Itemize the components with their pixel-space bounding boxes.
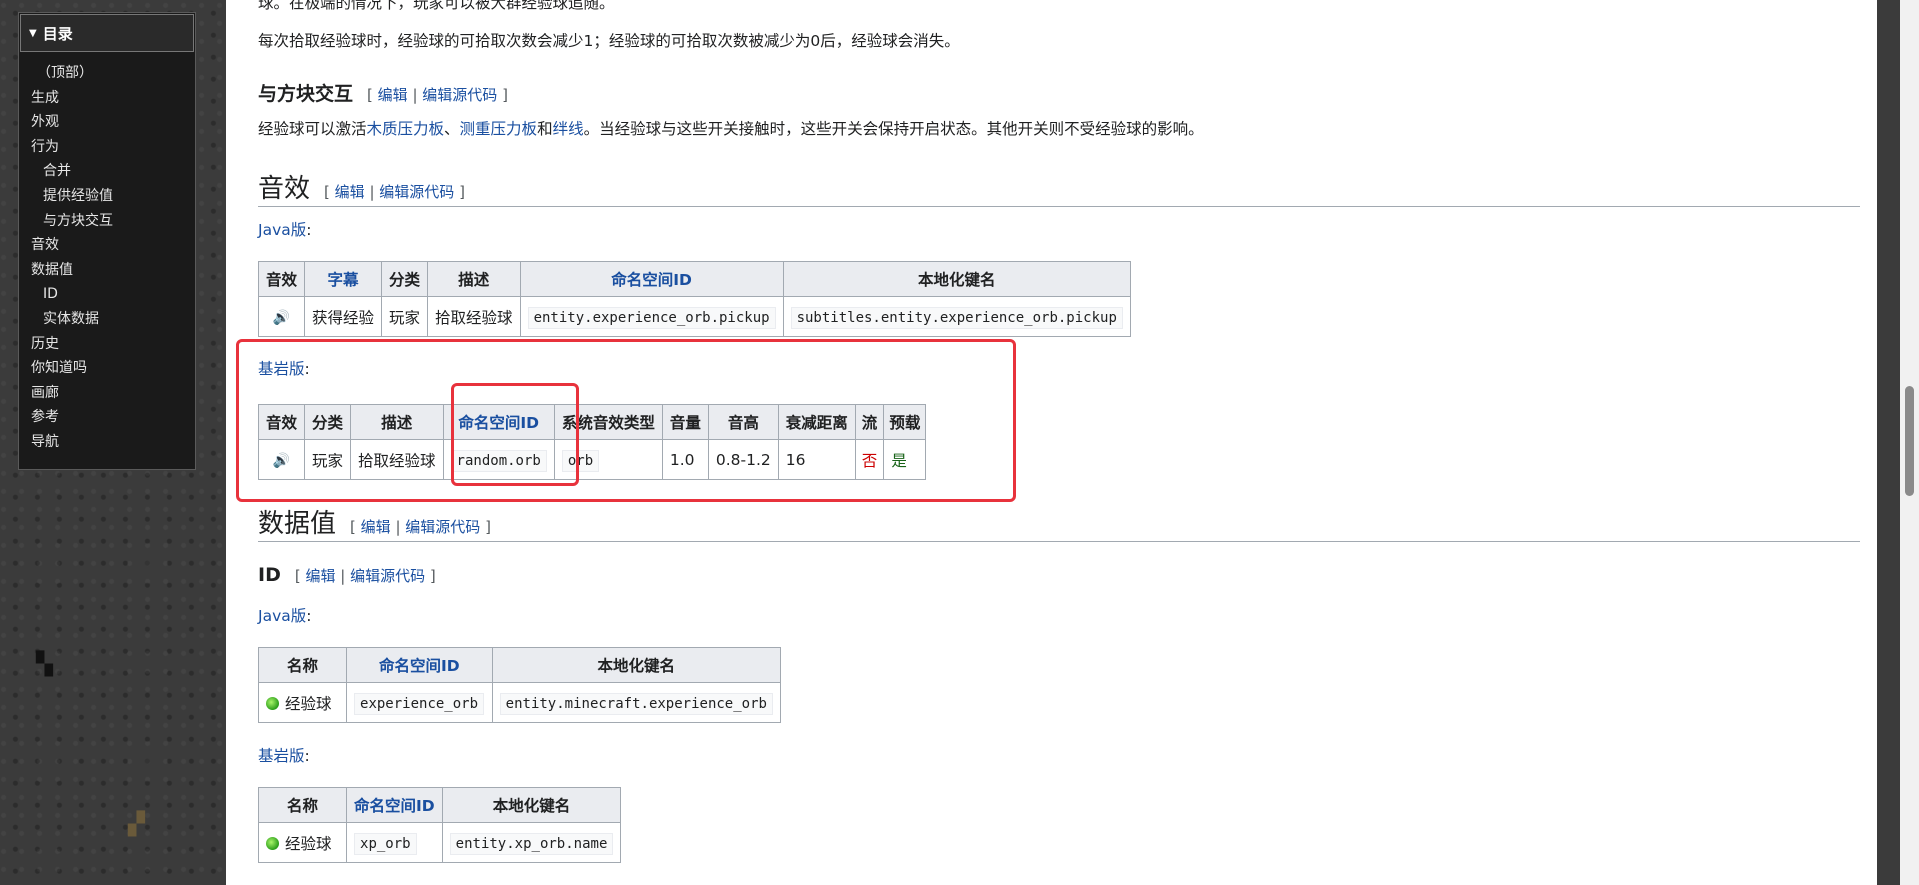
toc-item[interactable]: （顶部）: [19, 61, 195, 86]
bedrock-id-table: 名称 命名空间ID 本地化键名 经验球 xp_orb entity.xp_orb…: [257, 787, 622, 863]
heading-rule: [258, 206, 1860, 207]
edit-link[interactable]: 编辑: [361, 518, 391, 536]
toc-item[interactable]: 合并: [19, 159, 195, 184]
edit-link[interactable]: 编辑: [378, 86, 408, 104]
java-edition-link[interactable]: Java版: [258, 607, 306, 625]
toc-item[interactable]: 数据值: [19, 258, 195, 283]
toc-item[interactable]: 与方块交互: [19, 209, 195, 234]
toc-item[interactable]: 提供经验值: [19, 184, 195, 209]
table-header: 音效: [257, 261, 306, 297]
table-header: 名称: [257, 647, 348, 683]
toc-item[interactable]: 音效: [19, 233, 195, 258]
toc-item[interactable]: 参考: [19, 405, 195, 430]
toc-item[interactable]: 实体数据: [19, 307, 195, 332]
experience-orb-icon: [266, 696, 279, 710]
weighted-pressure-plate-link[interactable]: 测重压力板: [460, 120, 538, 138]
toc-item[interactable]: ID: [19, 282, 195, 307]
toc-item[interactable]: 画廊: [19, 381, 195, 406]
edit-source-link[interactable]: 编辑源代码: [379, 183, 454, 201]
toc-item[interactable]: 生成: [19, 86, 195, 111]
paragraph: 每次拾取经验球时，经验球的可拾取次数会减少1；经验球的可拾取次数被减少为0后，经…: [258, 32, 960, 50]
highlight-box-namespace: [451, 383, 579, 486]
edition-label: 基岩版:: [258, 747, 310, 765]
toc-item[interactable]: 你知道吗: [19, 356, 195, 381]
section-heading: ID[ 编辑 | 编辑源代码 ]: [258, 564, 436, 586]
pixel-decoration: ▞: [128, 812, 145, 837]
heading-rule: [258, 541, 1860, 542]
edition-label: Java版:: [258, 607, 312, 625]
toc-list: （顶部） 生成 外观 行为 合并 提供经验值 与方块交互 音效 数据值 ID 实体数据 历史 你知道吗画…: [19, 53, 195, 455]
toc-item[interactable]: 行为: [19, 135, 195, 160]
table-header: 本地化键名: [441, 787, 622, 823]
edit-source-link[interactable]: 编辑源代码: [422, 86, 497, 104]
table-row: 经验球 xp_orb entity.xp_orb.name: [257, 822, 622, 863]
highlight-box: [236, 339, 1016, 502]
edit-section-links: [ 编辑 | 编辑源代码 ]: [324, 183, 465, 201]
java-edition-link[interactable]: Java版: [258, 221, 306, 239]
edit-source-link[interactable]: 编辑源代码: [405, 518, 480, 536]
experience-orb-icon: [266, 836, 279, 850]
toc-item[interactable]: 历史: [19, 332, 195, 357]
wooden-pressure-plate-link[interactable]: 木质压力板: [367, 120, 445, 138]
java-id-table: 名称 命名空间ID 本地化键名 经验球 experience_orb entit…: [257, 647, 781, 723]
edit-section-links: [ 编辑 | 编辑源代码 ]: [367, 86, 508, 104]
paragraph: 球。在极端的情况下，玩家可以被大群经验球追随。: [258, 0, 615, 12]
table-header[interactable]: 命名空间ID: [346, 647, 493, 683]
toc-item[interactable]: 导航: [19, 430, 195, 455]
table-header: 名称: [257, 787, 348, 823]
table-header: 本地化键名: [782, 261, 1131, 297]
table-header: 描述: [427, 261, 521, 297]
edit-link[interactable]: 编辑: [305, 567, 335, 585]
edit-source-link[interactable]: 编辑源代码: [350, 567, 425, 585]
caret-down-icon: ▼: [29, 27, 37, 39]
table-header: 分类: [381, 261, 429, 297]
edit-section-links: [ 编辑 | 编辑源代码 ]: [294, 567, 436, 585]
table-header: 本地化键名: [491, 647, 781, 683]
toc-item[interactable]: 外观: [19, 110, 195, 135]
edit-section-links: [ 编辑 | 编辑源代码 ]: [350, 518, 491, 536]
table-header[interactable]: 命名空间ID: [346, 787, 443, 823]
pixel-decoration: ▚: [36, 652, 53, 677]
bedrock-edition-link[interactable]: 基岩版: [258, 747, 305, 765]
table-row: 🔊 获得经验 玩家 拾取经验球 entity.experience_orb.pi…: [257, 296, 1131, 337]
edit-link[interactable]: 编辑: [335, 183, 365, 201]
table-header[interactable]: 命名空间ID: [519, 261, 784, 297]
java-sound-table: 音效 字幕 分类 描述 命名空间ID 本地化键名 🔊 获得经验 玩家 拾取经验球…: [257, 261, 1131, 337]
table-header[interactable]: 字幕: [304, 261, 383, 297]
speaker-icon[interactable]: 🔊: [273, 310, 290, 326]
section-heading: 数据值[ 编辑 | 编辑源代码 ]: [258, 509, 491, 539]
toc-title: 目录: [42, 24, 73, 43]
section-heading: 与方块交互[ 编辑 | 编辑源代码 ]: [258, 83, 508, 105]
toc-toggle[interactable]: ▼ 目录: [20, 14, 194, 52]
table-of-contents: ▼ 目录 （顶部） 生成 外观 行为 合并 提供经验值 与方块交互 音效 数据值 ID 实体数据 历史…: [18, 12, 196, 470]
paragraph: 经验球可以激活木质压力板、测重压力板和绊线。当经验球与这些开关接触时，这些开关会…: [258, 120, 1204, 138]
scrollbar-thumb[interactable]: [1905, 386, 1914, 496]
table-row: 经验球 experience_orb entity.minecraft.expe…: [257, 682, 781, 723]
edition-label: Java版:: [258, 221, 312, 239]
tripwire-link[interactable]: 绊线: [553, 120, 584, 138]
section-heading: 音效[ 编辑 | 编辑源代码 ]: [258, 174, 465, 204]
